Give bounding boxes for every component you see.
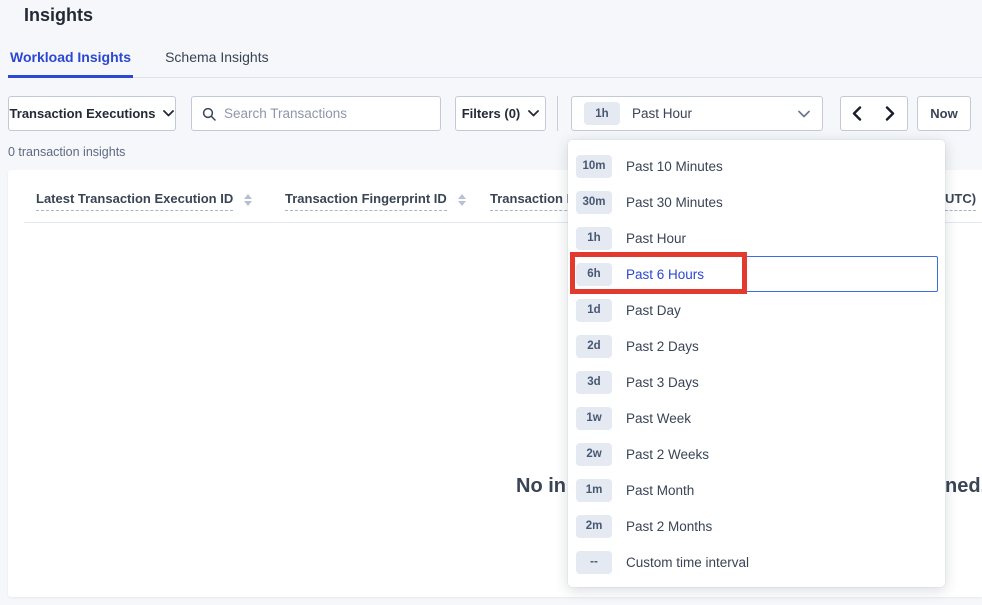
time-option-3d[interactable]: 3d Past 3 Days (568, 364, 945, 400)
transaction-type-select[interactable]: Transaction Executions (8, 96, 176, 131)
time-option-badge: -- (576, 551, 612, 574)
time-option-1h[interactable]: 1h Past Hour (568, 220, 945, 256)
time-option-badge: 1w (576, 407, 612, 430)
tab-workload-insights[interactable]: Workload Insights (8, 41, 133, 77)
empty-state-text-right: ned. (945, 475, 982, 498)
time-range-select[interactable]: 1h Past Hour (571, 96, 823, 131)
time-option-1m[interactable]: 1m Past Month (568, 472, 945, 508)
filters-button[interactable]: Filters (0) (455, 96, 546, 131)
time-option-label: Past 30 Minutes (626, 195, 723, 210)
chevron-down-icon (798, 110, 810, 118)
sort-icon[interactable] (458, 194, 466, 206)
time-option-badge: 2d (576, 335, 612, 358)
time-option-badge: 1h (576, 227, 612, 250)
time-option-label: Past 2 Days (626, 339, 699, 354)
time-option-label: Past Hour (626, 231, 686, 246)
column-header-latest-transaction-execution-id[interactable]: Latest Transaction Execution ID (36, 191, 233, 211)
column-header-transaction-fingerprint-id[interactable]: Transaction Fingerprint ID (285, 191, 447, 211)
time-option-label: Custom time interval (626, 555, 749, 570)
column-header-utc-clipped[interactable]: UTC) (945, 191, 976, 211)
time-option-label: Past 3 Days (626, 375, 699, 390)
time-next-button[interactable] (873, 96, 908, 131)
time-option-label: Past 2 Months (626, 519, 712, 534)
time-option-label: Past 6 Hours (626, 267, 704, 282)
now-button[interactable]: Now (917, 96, 971, 131)
column-header-transaction-execution-clipped[interactable]: Transaction Ex (490, 191, 576, 211)
chevron-right-icon (885, 106, 895, 121)
time-option-label: Past Month (626, 483, 694, 498)
time-option-label: Past Week (626, 411, 691, 426)
filters-label: Filters (0) (462, 106, 521, 121)
empty-state-text-left: No in (516, 475, 566, 498)
toolbar-divider (557, 96, 558, 131)
insights-page: Insights Workload Insights Schema Insigh… (0, 0, 982, 605)
chevron-down-icon (528, 110, 539, 117)
time-option-badge: 2w (576, 443, 612, 466)
search-icon (202, 107, 216, 121)
time-option-1w[interactable]: 1w Past Week (568, 400, 945, 436)
time-option-badge: 1d (576, 299, 612, 322)
time-option-10m[interactable]: 10m Past 10 Minutes (568, 148, 945, 184)
time-option-badge: 1m (576, 479, 612, 502)
time-option-label: Past Day (626, 303, 681, 318)
results-count: 0 transaction insights (8, 145, 125, 159)
time-prev-button[interactable] (840, 96, 874, 131)
sort-icon[interactable] (244, 194, 252, 206)
time-option-label: Past 10 Minutes (626, 159, 723, 174)
time-range-badge: 1h (584, 102, 620, 125)
chevron-down-icon (163, 110, 174, 117)
transaction-type-label: Transaction Executions (10, 106, 156, 121)
time-range-dropdown: 10m Past 10 Minutes 30m Past 30 Minutes 1h… (568, 140, 945, 587)
time-option-1d[interactable]: 1d Past Day (568, 292, 945, 328)
search-input[interactable] (224, 106, 430, 121)
time-range-label: Past Hour (632, 106, 692, 121)
chevron-left-icon (852, 106, 862, 121)
search-box (191, 96, 441, 131)
time-option-badge: 3d (576, 371, 612, 394)
tab-bar: Workload Insights Schema Insights (8, 40, 982, 78)
time-option-6h[interactable]: 6h Past 6 Hours (573, 256, 938, 292)
time-option-30m[interactable]: 30m Past 30 Minutes (568, 184, 945, 220)
toolbar: Transaction Executions Filters (0) 1h Pa… (0, 96, 982, 131)
time-option-2w[interactable]: 2w Past 2 Weeks (568, 436, 945, 472)
time-option-badge: 2m (576, 515, 612, 538)
tab-schema-insights[interactable]: Schema Insights (163, 41, 271, 77)
time-option-badge: 30m (576, 191, 612, 214)
time-option-badge: 10m (576, 155, 612, 178)
page-title: Insights (24, 5, 93, 26)
time-option-2d[interactable]: 2d Past 2 Days (568, 328, 945, 364)
time-option-2m[interactable]: 2m Past 2 Months (568, 508, 945, 544)
time-option-label: Past 2 Weeks (626, 447, 709, 462)
time-option-badge: 6h (576, 263, 612, 286)
time-option-custom[interactable]: -- Custom time interval (568, 544, 945, 580)
